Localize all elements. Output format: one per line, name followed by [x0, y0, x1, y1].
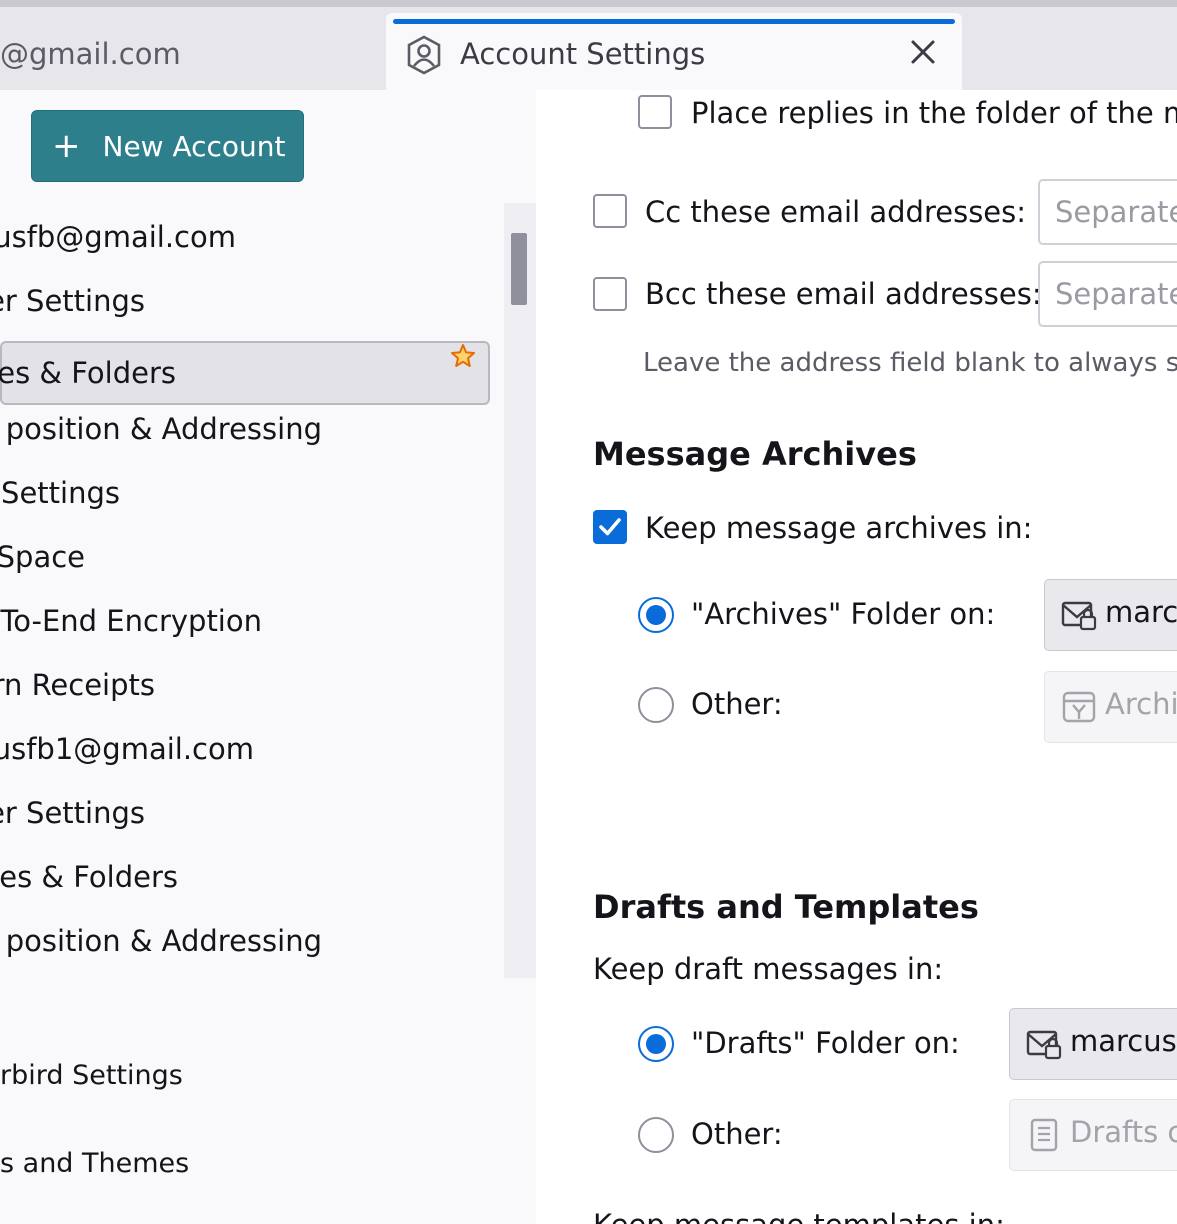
tree-item-junk-settings[interactable]: Settings	[0, 461, 440, 525]
place-replies-checkbox[interactable]	[638, 95, 672, 129]
settings-content: Place replies in the folder of the m Cc …	[536, 90, 1177, 1224]
cc-input[interactable]: Separate	[1038, 179, 1177, 245]
sidebar-scrollbar-track[interactable]	[504, 203, 536, 978]
tab-title: Account Settings	[460, 37, 706, 71]
cc-checkbox[interactable]	[593, 194, 627, 228]
blank-address-hint: Leave the address field blank to always …	[643, 348, 1177, 378]
tree-item-copies-folders-2[interactable]: es & Folders	[0, 845, 440, 909]
addons-themes-link[interactable]: s and Themes	[0, 1148, 189, 1179]
tree-item-e2e-encryption[interactable]: To-End Encryption	[0, 589, 440, 653]
drafts-account-value: marcus	[1070, 1024, 1177, 1058]
window-top-edge	[0, 0, 1177, 7]
thunderbird-settings-link[interactable]: rbird Settings	[0, 1060, 183, 1091]
drafts-other-radio[interactable]	[638, 1117, 674, 1153]
tab-mail[interactable]: @gmail.com	[0, 37, 181, 71]
archives-other-radio[interactable]	[638, 687, 674, 723]
active-tab-indicator	[393, 19, 955, 24]
drafts-account-picker[interactable]: marcus	[1009, 1008, 1177, 1080]
sidebar-scrollbar-thumb[interactable]	[511, 233, 527, 305]
mail-account-icon	[1026, 1030, 1062, 1060]
drafts-folder-radio[interactable]	[638, 1026, 674, 1062]
place-replies-label: Place replies in the folder of the m	[691, 96, 1177, 130]
message-archives-heading: Message Archives	[593, 435, 917, 473]
archives-other-value: Archi	[1105, 687, 1177, 721]
archives-folder-radio[interactable]	[638, 597, 674, 633]
new-account-label: New Account	[102, 129, 286, 163]
tab-bar: @gmail.com Account Settings	[0, 7, 1177, 90]
archives-other-label: Other:	[691, 687, 783, 721]
drafts-templates-heading: Drafts and Templates	[593, 888, 979, 926]
mail-account-icon	[1061, 601, 1097, 631]
archives-account-picker[interactable]: marc	[1044, 579, 1177, 651]
archives-folder-label: "Archives" Folder on:	[691, 597, 996, 631]
drafts-other-value: Drafts c	[1070, 1115, 1177, 1149]
tree-item-server-settings-2[interactable]: er Settings	[0, 781, 440, 845]
bcc-input[interactable]: Separate	[1038, 261, 1177, 327]
keep-drafts-label: Keep draft messages in:	[593, 952, 944, 986]
account-sidebar: + New Account usfb@gmail.com er Settings…	[0, 90, 536, 1224]
tree-item-disk-space[interactable]: Space	[0, 525, 440, 589]
keep-archives-label: Keep message archives in:	[645, 511, 1033, 545]
new-account-button[interactable]: + New Account	[31, 110, 304, 182]
drafts-other-label: Other:	[691, 1117, 783, 1151]
tree-item-return-receipts[interactable]: rn Receipts	[0, 653, 440, 717]
archives-account-value: marc	[1105, 595, 1177, 629]
drafts-folder-icon	[1030, 1118, 1058, 1152]
drafts-folder-label: "Drafts" Folder on:	[691, 1026, 960, 1060]
tree-item-copies-folders[interactable]: es & Folders	[0, 341, 490, 405]
tree-item-composition-addressing[interactable]: position & Addressing	[0, 397, 440, 461]
archives-other-picker[interactable]: Archi	[1044, 671, 1177, 743]
tree-item-server-settings[interactable]: er Settings	[0, 269, 440, 333]
keep-templates-label: Keep message templates in:	[593, 1208, 1005, 1224]
drafts-other-picker[interactable]: Drafts c	[1009, 1099, 1177, 1171]
bcc-label: Bcc these email addresses:	[645, 277, 1042, 311]
bcc-checkbox[interactable]	[593, 277, 627, 311]
keep-archives-checkbox[interactable]	[593, 510, 627, 544]
archive-folder-icon	[1062, 691, 1096, 723]
tree-item-account-2[interactable]: usfb1@gmail.com	[0, 717, 440, 781]
tree-item-composition-addressing-2[interactable]: position & Addressing	[0, 909, 440, 973]
tab-account-settings[interactable]: Account Settings	[386, 13, 962, 90]
account-settings-icon	[407, 35, 441, 75]
close-icon[interactable]	[906, 35, 940, 69]
plus-icon: +	[52, 126, 81, 166]
account-tree: usfb@gmail.com er Settings es & Folders …	[0, 203, 504, 978]
checkmark-icon	[599, 518, 621, 536]
cc-label: Cc these email addresses:	[645, 195, 1027, 229]
default-account-star-icon	[451, 344, 475, 367]
tree-item-account-1[interactable]: usfb@gmail.com	[0, 205, 440, 269]
